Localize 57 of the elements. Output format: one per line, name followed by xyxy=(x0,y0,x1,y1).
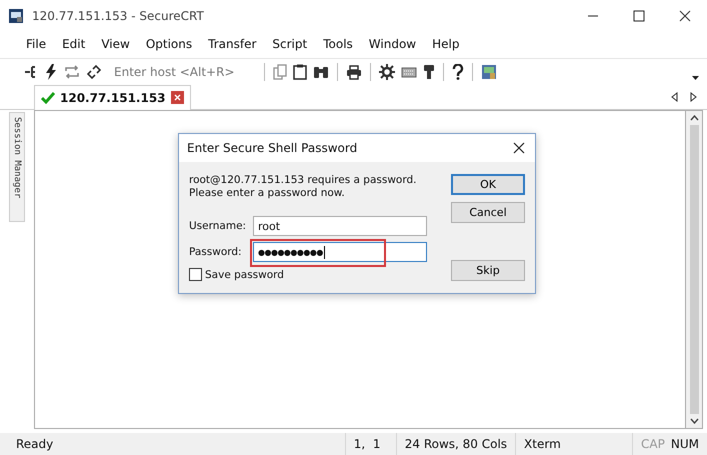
session-tab[interactable]: 120.77.151.153 xyxy=(34,84,191,110)
computer-icon[interactable] xyxy=(481,64,497,80)
text-field[interactable]: ●●●●●●●●●● xyxy=(253,242,427,262)
dialog-title: Enter Secure Shell Password xyxy=(187,141,358,155)
window-title: 120.77.151.153 - SecureCRT xyxy=(32,9,204,23)
menu-item[interactable]: Help xyxy=(430,37,462,51)
field-value: ●●●●●●●●●● xyxy=(258,248,323,256)
key-indicator: NUM xyxy=(670,437,699,451)
scrollbar[interactable] xyxy=(685,110,703,429)
close-icon[interactable] xyxy=(679,10,691,22)
status-message: Ready xyxy=(15,436,54,453)
terminal-area[interactable]: Enter Secure Shell Password root@120.77.151.153 requires a password. Please enter a password now. Username: root Password: ●●●●●●●●●● Save password OK Cancel Skip xyxy=(34,110,685,429)
cursor-position: 1, 1 xyxy=(344,433,396,455)
menu-item[interactable]: Script xyxy=(270,37,310,51)
keyboard-icon[interactable] xyxy=(401,66,417,78)
field-value: root xyxy=(258,220,280,232)
close-tab-icon[interactable] xyxy=(170,91,184,104)
checkbox[interactable] xyxy=(189,268,202,281)
close-icon[interactable] xyxy=(513,142,525,154)
printer-icon[interactable] xyxy=(346,64,362,80)
dialog-message: root@120.77.151.153 requires a password. Please enter a password now. xyxy=(189,174,418,200)
app-icon xyxy=(8,8,24,24)
dropdown-icon[interactable] xyxy=(692,76,699,80)
menu-item[interactable]: Window xyxy=(366,37,418,51)
scroll-right-icon[interactable] xyxy=(690,92,697,102)
menu-item[interactable]: Edit xyxy=(60,37,88,51)
clipboard-icon[interactable] xyxy=(293,64,307,80)
scroll-left-icon[interactable] xyxy=(671,92,678,102)
field-label: Username: xyxy=(189,220,248,232)
field-label: Password: xyxy=(189,246,243,258)
scroll-up-icon[interactable] xyxy=(690,115,698,121)
link-icon[interactable] xyxy=(86,65,102,79)
key-indicator: CAP xyxy=(641,437,665,451)
maximize-icon[interactable] xyxy=(633,10,645,22)
lightning-icon[interactable] xyxy=(44,64,58,80)
menu-item[interactable]: View xyxy=(99,37,132,51)
reconnect-icon[interactable] xyxy=(64,65,80,79)
text-field[interactable]: root xyxy=(253,216,427,236)
help-icon[interactable] xyxy=(452,64,464,80)
menu-item[interactable]: Tools xyxy=(321,37,355,51)
tab-label: 120.77.151.153 xyxy=(60,90,166,104)
dialog-button[interactable]: OK xyxy=(451,174,525,195)
connect-icon[interactable] xyxy=(24,65,38,79)
host-field[interactable]: Enter host <Alt+R> xyxy=(112,64,256,80)
terminal-size: 24 Rows, 80 Cols xyxy=(396,433,516,455)
scroll-down-icon[interactable] xyxy=(690,418,698,424)
menu-item[interactable]: Transfer xyxy=(206,37,258,51)
menu-item[interactable]: File xyxy=(24,37,48,51)
dialog-button[interactable]: Cancel xyxy=(451,202,525,223)
settings-icon[interactable] xyxy=(379,64,395,80)
menu-item[interactable]: Options xyxy=(144,37,194,51)
binoculars-icon[interactable] xyxy=(313,65,329,79)
dialog-button[interactable]: Skip xyxy=(451,260,525,281)
copy-icon[interactable] xyxy=(273,64,287,80)
terminal-type: Xterm xyxy=(515,433,632,455)
checkbox-label: Save password xyxy=(205,268,284,280)
session-manager-tab[interactable]: Session Manager xyxy=(9,112,25,222)
